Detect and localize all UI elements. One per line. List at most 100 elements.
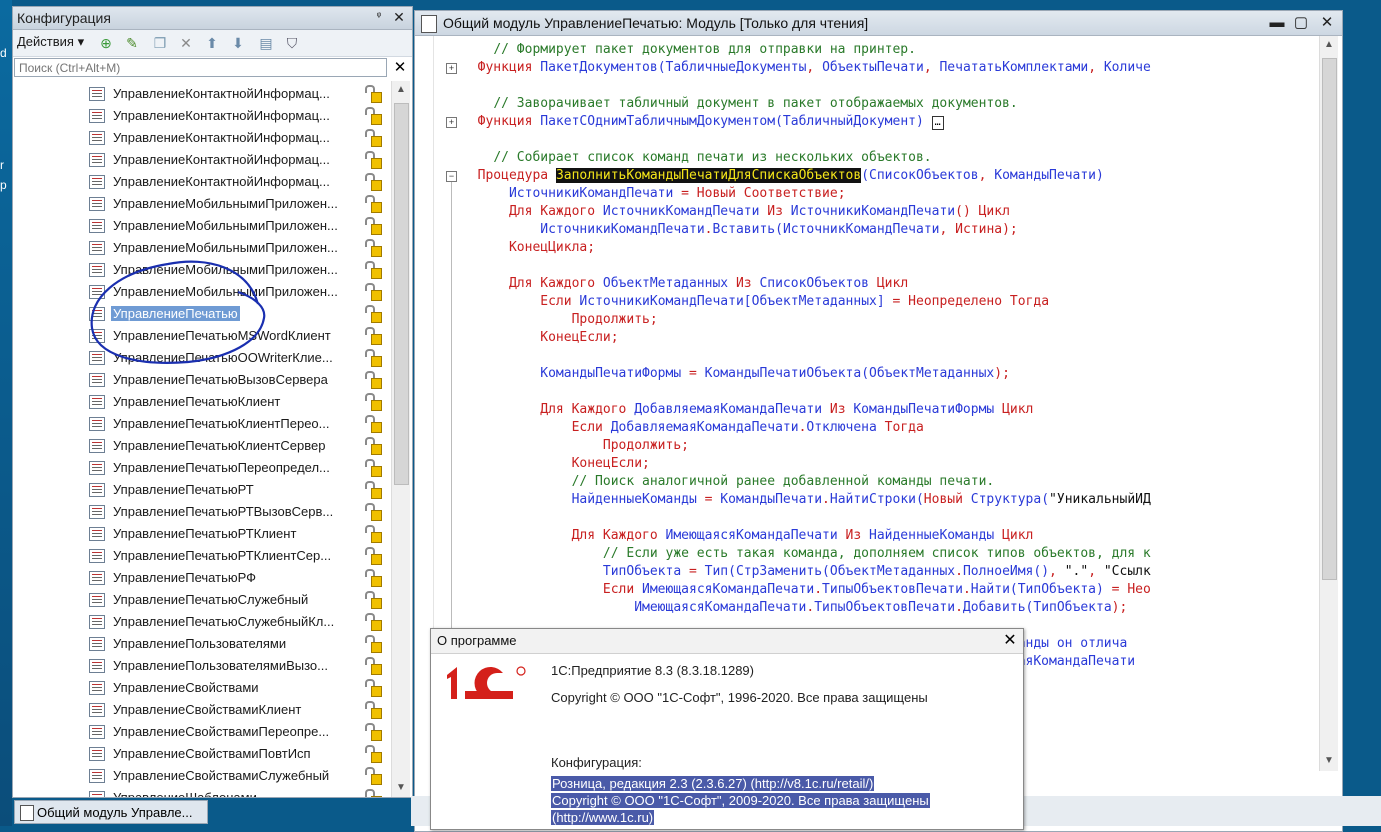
module-icon bbox=[89, 417, 105, 431]
expand-icon[interactable]: + bbox=[446, 63, 457, 74]
code-token: ИмеющаясяКомандаПечати bbox=[665, 528, 846, 543]
tree-item[interactable]: УправлениеПечатьюСлужебныйКл... bbox=[89, 611, 389, 633]
tree-item[interactable]: УправлениеПечатьюВызовСервера bbox=[89, 369, 389, 391]
code-token: Структура bbox=[970, 492, 1042, 507]
copy-icon[interactable]: ❐ bbox=[151, 34, 169, 52]
tree-item[interactable]: УправлениеПечатьюСлужебный bbox=[89, 589, 389, 611]
editor-scrollbar[interactable]: ▲ ▼ bbox=[1319, 36, 1338, 771]
tree-item[interactable]: УправлениеКонтактнойИнформац... bbox=[89, 105, 389, 127]
scroll-down-icon[interactable]: ▼ bbox=[1320, 752, 1338, 770]
tree-scroll-thumb[interactable] bbox=[394, 103, 409, 485]
tree-item-label: УправлениеПечатьюКлиент bbox=[113, 394, 281, 409]
code-token: ИсточникиКомандПечати bbox=[579, 294, 744, 309]
tree-item[interactable]: УправлениеШаблонами bbox=[89, 787, 389, 797]
code-line: // Если уже есть такая команда, дополняе… bbox=[462, 545, 1151, 563]
window-tab[interactable]: Общий модуль Управле... bbox=[14, 800, 208, 824]
tree-item-label: УправлениеПечатьюOOWriterКлие... bbox=[113, 350, 333, 365]
tree-item[interactable]: УправлениеПечатьюOOWriterКлие... bbox=[89, 347, 389, 369]
add-icon[interactable]: ⊕ bbox=[97, 34, 115, 52]
tree-item-label: УправлениеШаблонами bbox=[113, 790, 257, 797]
tree-item[interactable]: УправлениеПечатью bbox=[89, 303, 389, 325]
tree-scrollbar[interactable]: ▲ ▼ bbox=[391, 81, 410, 797]
close-icon[interactable]: ✕ bbox=[1317, 14, 1337, 32]
code-token: ( bbox=[1041, 492, 1050, 507]
tree-item[interactable]: УправлениеКонтактнойИнформац... bbox=[89, 127, 389, 149]
tree-item[interactable]: УправлениеПечатьюКлиентПерео... bbox=[89, 413, 389, 435]
minimize-icon[interactable]: ▬ bbox=[1267, 14, 1287, 32]
code-token: КомандыПечатиФормы bbox=[540, 366, 689, 381]
lock-icon bbox=[363, 415, 383, 433]
lock-icon bbox=[363, 503, 383, 521]
tree-item[interactable]: УправлениеМобильнымиПриложен... bbox=[89, 281, 389, 303]
code-line: Для Каждого ДобавляемаяКомандаПечати Из … bbox=[462, 401, 1033, 419]
tree-item[interactable]: УправлениеПользователямиВызо... bbox=[89, 655, 389, 677]
code-token: , bbox=[1049, 564, 1065, 579]
tree-item[interactable]: УправлениеСвойствами bbox=[89, 677, 389, 699]
scroll-up-icon[interactable]: ▲ bbox=[1320, 36, 1338, 54]
tree-item[interactable]: УправлениеКонтактнойИнформац... bbox=[89, 83, 389, 105]
scroll-down-icon[interactable]: ▼ bbox=[392, 779, 410, 797]
filter-icon[interactable]: ⛉ bbox=[283, 34, 301, 52]
lock-icon bbox=[363, 327, 383, 345]
editor-scroll-thumb[interactable] bbox=[1322, 58, 1337, 580]
tree-item-label: УправлениеПечатьюПереопредел... bbox=[113, 460, 330, 475]
edit-icon[interactable]: ✎ bbox=[123, 34, 141, 52]
tree-item[interactable]: УправлениеПечатьюMSWordКлиент bbox=[89, 325, 389, 347]
lock-icon bbox=[363, 239, 383, 257]
tree-item[interactable]: УправлениеПечатьюРТКлиент bbox=[89, 523, 389, 545]
tree-item[interactable]: УправлениеСвойствамиКлиент bbox=[89, 699, 389, 721]
tree-item[interactable]: УправлениеПечатьюКлиентСервер bbox=[89, 435, 389, 457]
collapse-icon[interactable]: − bbox=[446, 171, 457, 182]
code-line: Функция ПакетДокументов(ТабличныеДокумен… bbox=[462, 59, 1151, 77]
code-token: = bbox=[704, 492, 721, 507]
up-arrow-icon[interactable]: ⬆ bbox=[203, 34, 221, 52]
config-link[interactable]: (http://www.1c.ru) bbox=[551, 810, 655, 825]
scroll-up-icon[interactable]: ▲ bbox=[392, 81, 410, 99]
code-line: Если ИсточникиКомандПечати[ОбъектМетадан… bbox=[462, 293, 1049, 311]
tree-item[interactable]: УправлениеМобильнымиПриложен... bbox=[89, 259, 389, 281]
module-icon bbox=[89, 153, 105, 167]
tree-item[interactable]: УправлениеМобильнымиПриложен... bbox=[89, 237, 389, 259]
tree-item-label: УправлениеСвойствамиКлиент bbox=[113, 702, 302, 717]
tree-item[interactable]: УправлениеПечатьюКлиент bbox=[89, 391, 389, 413]
tree-item[interactable]: УправлениеПользователями bbox=[89, 633, 389, 655]
code-line: КомандыПечатиФормы = КомандыПечатиОбъект… bbox=[462, 365, 1010, 383]
code-token: ЗаполнитьКомандыПечатиДляСпискаОбъектов bbox=[555, 168, 862, 183]
properties-icon[interactable]: ▤ bbox=[257, 34, 275, 52]
tree-item[interactable]: УправлениеСвойствамиПовтИсп bbox=[89, 743, 389, 765]
lock-icon bbox=[363, 635, 383, 653]
down-arrow-icon[interactable]: ⬇ bbox=[229, 34, 247, 52]
tree-item-label: УправлениеМобильнымиПриложен... bbox=[113, 218, 338, 233]
tree-item[interactable]: УправлениеПечатьюРФ bbox=[89, 567, 389, 589]
delete-icon[interactable]: ✕ bbox=[177, 34, 195, 52]
code-token: . bbox=[822, 492, 830, 507]
maximize-icon[interactable]: ▢ bbox=[1291, 14, 1311, 32]
tree-item[interactable]: УправлениеПечатьюРТ bbox=[89, 479, 389, 501]
expand-icon[interactable]: + bbox=[446, 117, 457, 128]
code-token: ИсточникКомандПечати bbox=[782, 222, 940, 237]
tree-item[interactable]: УправлениеПечатьюПереопредел... bbox=[89, 457, 389, 479]
config-copyright[interactable]: Copyright © ООО "1С-Софт", 2009-2020. Вс… bbox=[551, 793, 930, 808]
desktop-background: d r p bbox=[0, 0, 12, 826]
tree-item[interactable]: УправлениеКонтактнойИнформац... bbox=[89, 171, 389, 193]
clear-search-icon[interactable]: ✕ bbox=[391, 58, 409, 77]
tree-item[interactable]: УправлениеСвойствамиПереопре... bbox=[89, 721, 389, 743]
module-icon bbox=[89, 483, 105, 497]
module-icon bbox=[89, 175, 105, 189]
tree-item[interactable]: УправлениеПечатьюРТВызовСерв... bbox=[89, 501, 389, 523]
search-input[interactable] bbox=[14, 58, 387, 77]
code-token: ( bbox=[657, 60, 666, 75]
pin-icon[interactable]: ᵠ bbox=[371, 9, 387, 25]
collapsed-block-button[interactable]: … bbox=[931, 116, 944, 130]
code-line: ТипОбъекта = Тип(СтрЗаменить(ОбъектМетад… bbox=[462, 563, 1151, 581]
close-icon[interactable]: ✕ bbox=[1001, 632, 1019, 650]
tree-item[interactable]: УправлениеСвойствамиСлужебный bbox=[89, 765, 389, 787]
actions-menu-button[interactable]: Действия ▾ bbox=[17, 34, 84, 50]
about-dialog-titlebar: О программе ✕ bbox=[431, 629, 1023, 654]
tree-item[interactable]: УправлениеМобильнымиПриложен... bbox=[89, 193, 389, 215]
tree-item[interactable]: УправлениеПечатьюРТКлиентСер... bbox=[89, 545, 389, 567]
tree-item[interactable]: УправлениеКонтактнойИнформац... bbox=[89, 149, 389, 171]
tree-item[interactable]: УправлениеМобильнымиПриложен... bbox=[89, 215, 389, 237]
close-icon[interactable]: ✕ bbox=[391, 9, 407, 25]
config-name[interactable]: Розница, редакция 2.3 (2.3.6.27) (http:/… bbox=[551, 776, 875, 791]
